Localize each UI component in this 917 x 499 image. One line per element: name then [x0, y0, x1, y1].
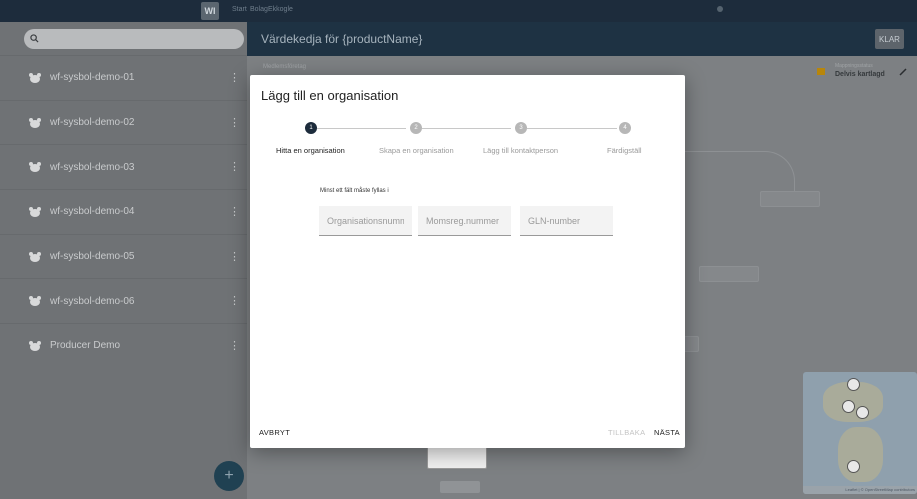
step-4-indicator: 4 — [619, 122, 631, 134]
search-input[interactable] — [24, 29, 244, 49]
org-number-input[interactable] — [319, 206, 412, 235]
more-vert-icon[interactable]: ⋮ — [229, 251, 240, 262]
nav-link-bolag[interactable]: Bolag — [250, 6, 268, 13]
map-marker-icon[interactable] — [842, 400, 855, 413]
main-header: Värdekedja för {productName} KLAR — [247, 22, 917, 56]
org-list-item-label: wf-sysbol-demo-03 — [50, 161, 135, 173]
map-attribution[interactable]: Leaflet | © OpenStreetMap contributors — [803, 486, 917, 494]
org-list-item-label: wf-sysbol-demo-01 — [50, 72, 135, 84]
org-list-item[interactable]: wf-sysbol-demo-04 ⋮ — [0, 189, 247, 234]
org-list-item-label: Producer Demo — [50, 340, 121, 352]
org-list-item[interactable]: wf-sysbol-demo-05 ⋮ — [0, 233, 247, 279]
org-list-item-label: wf-sysbol-demo-05 — [50, 251, 135, 263]
more-vert-icon[interactable]: ⋮ — [229, 162, 240, 173]
step-2-indicator: 2 — [410, 122, 422, 134]
step-3-label: Lägg till kontaktperson — [483, 146, 559, 155]
required-hint: Minst ett fält måste fyllas i — [320, 188, 389, 194]
more-vert-icon[interactable]: ⋮ — [229, 72, 240, 83]
chain-node[interactable] — [683, 336, 699, 352]
done-button[interactable]: KLAR — [875, 29, 904, 49]
more-vert-icon[interactable]: ⋮ — [229, 206, 240, 217]
status-value: Delvis kartlagd — [835, 71, 885, 78]
bear-icon — [29, 117, 41, 128]
notification-icon[interactable] — [717, 6, 723, 12]
top-app-bar: WI Start Bolag Ekkogle — [0, 0, 917, 22]
more-vert-icon[interactable]: ⋮ — [229, 340, 240, 351]
organization-list: wf-sysbol-demo-01 ⋮ wf-sysbol-demo-02 ⋮ … — [0, 55, 247, 368]
chain-connector — [685, 151, 795, 191]
gln-number-field — [520, 206, 613, 236]
step-2-label: Skapa en organisation — [379, 146, 454, 155]
bear-icon — [29, 251, 41, 262]
bear-icon — [29, 340, 41, 351]
org-list-item[interactable]: Producer Demo ⋮ — [0, 323, 247, 368]
add-chain-node-button[interactable] — [440, 481, 480, 493]
back-button[interactable]: TILLBAKA — [608, 428, 645, 437]
org-list-item[interactable]: wf-sysbol-demo-01 ⋮ — [0, 55, 247, 100]
chain-node-card[interactable] — [427, 445, 487, 469]
chain-node[interactable] — [760, 191, 820, 207]
step-3-indicator: 3 — [515, 122, 527, 134]
org-list-item-label: wf-sysbol-demo-02 — [50, 117, 135, 129]
cancel-button[interactable]: AVBRYT — [259, 428, 290, 437]
page-title: Värdekedja för {productName} — [261, 32, 423, 46]
dialog-title: Lägg till en organisation — [261, 88, 399, 103]
map-widget[interactable]: Leaflet | © OpenStreetMap contributors — [803, 372, 917, 494]
gln-number-input[interactable] — [520, 206, 613, 235]
vat-number-field — [418, 206, 511, 236]
more-vert-icon[interactable]: ⋮ — [229, 296, 240, 307]
members-label: Medlemsföretag — [263, 64, 307, 70]
status-label: Mappningsstatus — [835, 63, 873, 69]
bear-icon — [29, 72, 41, 83]
map-marker-icon[interactable] — [847, 378, 860, 391]
org-list-item-label: wf-sysbol-demo-04 — [50, 206, 135, 218]
step-4-label: Färdigställ — [607, 146, 642, 155]
map-marker-icon[interactable] — [856, 406, 869, 419]
stepper-connector — [422, 128, 511, 129]
org-list-item[interactable]: wf-sysbol-demo-06 ⋮ — [0, 278, 247, 323]
search-icon — [30, 34, 39, 43]
map-marker-icon[interactable] — [847, 460, 860, 473]
next-button[interactable]: NÄSTA — [654, 428, 680, 437]
step-1-indicator: 1 — [305, 122, 317, 134]
app-logo[interactable]: WI — [201, 2, 219, 20]
stepper-connector — [527, 128, 617, 129]
bear-icon — [29, 296, 41, 307]
more-vert-icon[interactable]: ⋮ — [229, 117, 240, 128]
org-list-item[interactable]: wf-sysbol-demo-03 ⋮ — [0, 144, 247, 189]
chain-node[interactable] — [699, 266, 759, 282]
org-list-item[interactable]: wf-sysbol-demo-02 ⋮ — [0, 99, 247, 145]
nav-link-start[interactable]: Start — [232, 6, 247, 13]
edit-icon[interactable] — [899, 68, 907, 76]
org-number-field — [319, 206, 412, 236]
bear-icon — [29, 206, 41, 217]
add-organization-dialog: Lägg till en organisation 1 2 3 4 Hitta … — [250, 75, 685, 448]
bear-icon — [29, 162, 41, 173]
flag-icon — [817, 68, 825, 75]
org-list-item-label: wf-sysbol-demo-06 — [50, 295, 135, 307]
stepper-connector — [317, 128, 406, 129]
vat-number-input[interactable] — [418, 206, 511, 235]
step-1-label: Hitta en organisation — [276, 146, 345, 155]
nav-link-ekkogle[interactable]: Ekkogle — [268, 6, 293, 13]
add-organization-button[interactable]: + — [214, 461, 244, 491]
sidebar: wf-sysbol-demo-01 ⋮ wf-sysbol-demo-02 ⋮ … — [0, 22, 247, 499]
